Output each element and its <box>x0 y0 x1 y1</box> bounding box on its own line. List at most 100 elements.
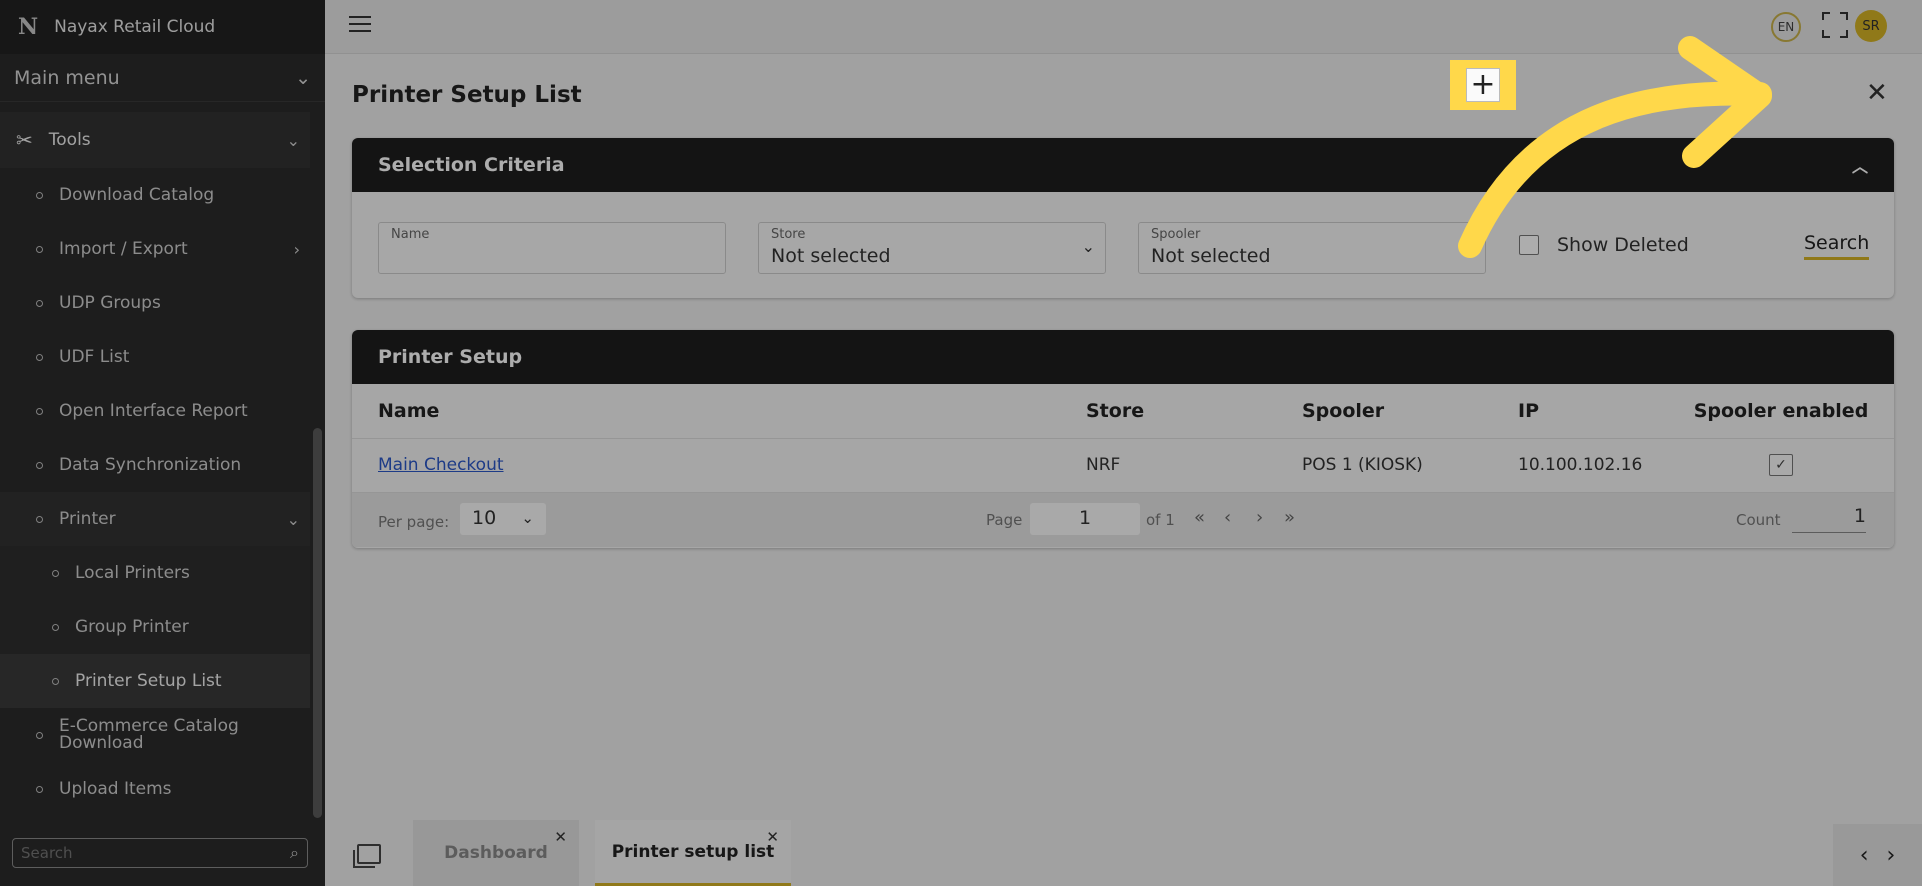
column-header-spooler-enabled[interactable]: Spooler enabled <box>1668 384 1894 439</box>
collapse-icon[interactable]: » <box>1694 80 1707 105</box>
sidebar-item-label: Open Interface Report <box>59 401 248 421</box>
sidebar-item-tools[interactable]: ✂ Tools ⌄ <box>0 112 310 168</box>
next-page-icon[interactable]: › <box>1256 507 1263 528</box>
add-button[interactable]: + <box>1450 60 1516 110</box>
windows-icon[interactable] <box>353 844 381 868</box>
name-field[interactable]: Name <box>378 222 726 274</box>
sidebar-item-label: Group Printer <box>75 617 189 637</box>
selection-criteria-header: Selection Criteria ︿ <box>352 138 1894 192</box>
show-deleted-checkbox[interactable] <box>1519 235 1539 255</box>
sidebar-item-label: Tools <box>48 130 91 150</box>
close-tab-icon[interactable]: ✕ <box>554 828 567 846</box>
add-button-highlight: + <box>1450 60 1516 110</box>
page-number-input[interactable]: 1 <box>1030 502 1140 535</box>
bullet-icon <box>36 785 43 793</box>
sidebar-scrollbar[interactable] <box>313 428 322 818</box>
last-page-icon[interactable]: » <box>1284 507 1295 528</box>
fullscreen-icon[interactable] <box>1822 12 1848 38</box>
main-menu-label: Main menu <box>14 66 120 89</box>
sidebar-item-open-interface-report[interactable]: Open Interface Report <box>0 384 310 438</box>
top-bar: EN SR <box>325 0 1922 54</box>
sidebar-item-upload-items[interactable]: Upload Items <box>0 762 310 816</box>
show-deleted-row: Show Deleted <box>1519 234 1689 256</box>
chevron-down-icon: ⌄ <box>286 130 300 150</box>
sidebar-item-ecommerce-catalog-download[interactable]: E-Commerce Catalog Download <box>0 708 310 762</box>
bullet-icon <box>52 569 59 577</box>
language-button[interactable]: EN <box>1771 12 1801 42</box>
per-page-select[interactable]: 10 ⌄ <box>460 502 546 535</box>
spooler-select[interactable]: Spooler Not selected <box>1138 222 1486 274</box>
store-select[interactable]: Store Not selected ⌄ <box>758 222 1106 274</box>
printer-name-link[interactable]: Main Checkout <box>378 455 504 475</box>
table-row[interactable]: Main Checkout NRF POS 1 (KIOSK) 10.100.1… <box>352 438 1894 493</box>
cell-name: Main Checkout <box>352 438 1060 493</box>
tab-label: Dashboard <box>444 843 548 863</box>
main-menu-dropdown[interactable]: Main menu ⌄ <box>0 54 325 102</box>
search-button[interactable]: Search <box>1804 232 1870 260</box>
sidebar-item-printer[interactable]: Printer ⌄ <box>0 492 310 546</box>
sidebar-nav: ✂ Tools ⌄ Download Catalog Import / Expo… <box>0 112 310 816</box>
sidebar-item-label: E-Commerce Catalog Download <box>59 716 239 753</box>
selection-criteria-title: Selection Criteria <box>378 154 565 176</box>
sidebar-item-import-export[interactable]: Import / Export › <box>0 222 310 276</box>
sidebar-item-group-printer[interactable]: Group Printer <box>0 600 310 654</box>
sidebar-item-local-printers[interactable]: Local Printers <box>0 546 310 600</box>
sidebar-item-udp-groups[interactable]: UDP Groups <box>0 276 310 330</box>
sidebar-item-printer-setup-list[interactable]: Printer Setup List <box>0 654 310 708</box>
tab-printer-setup-list[interactable]: Printer setup list ✕ <box>595 820 791 886</box>
search-icon[interactable]: ⌕ <box>290 843 299 863</box>
spooler-select-label: Spooler <box>1151 227 1201 242</box>
spooler-select-value: Not selected <box>1151 245 1271 267</box>
close-icon[interactable]: ✕ <box>1866 78 1888 108</box>
sidebar-item-label: Download Catalog <box>59 185 215 205</box>
chevron-down-icon: ⌄ <box>521 508 534 527</box>
sidebar-item-label: UDP Groups <box>59 293 161 313</box>
printer-setup-header: Printer Setup <box>352 330 1894 384</box>
brand-name: Nayax Retail Cloud <box>54 17 216 37</box>
bullet-icon <box>36 353 43 361</box>
chevron-down-icon: ⌄ <box>1081 237 1095 256</box>
tab-bar: Dashboard ✕ Printer setup list ✕ ‹ › <box>325 814 1922 886</box>
hamburger-menu-icon[interactable] <box>349 16 371 34</box>
prev-page-icon[interactable]: ‹ <box>1224 507 1231 528</box>
column-header-name[interactable]: Name <box>352 384 1060 439</box>
store-select-label: Store <box>771 227 806 242</box>
sidebar-item-data-synchronization[interactable]: Data Synchronization <box>0 438 310 492</box>
bullet-icon <box>36 245 43 253</box>
store-select-value: Not selected <box>771 245 891 267</box>
chevron-left-icon[interactable]: ‹ <box>1860 843 1869 868</box>
column-header-store[interactable]: Store <box>1060 384 1276 439</box>
sidebar-item-label: Printer <box>59 509 116 529</box>
sidebar-item-label: Printer Setup List <box>75 671 222 691</box>
sidebar: N Nayax Retail Cloud Main menu ⌄ ✂ Tools… <box>0 0 325 886</box>
sidebar-search-input[interactable] <box>21 844 271 862</box>
bullet-icon <box>36 191 43 199</box>
close-tab-icon[interactable]: ✕ <box>766 828 779 846</box>
sidebar-item-label: Upload Items <box>59 779 172 799</box>
selection-criteria-card: Selection Criteria ︿ Name Store Not sele… <box>352 138 1894 298</box>
bullet-icon <box>36 407 43 415</box>
refresh-icon[interactable]: ↻ <box>1748 78 1770 108</box>
bullet-icon <box>36 731 43 739</box>
avatar[interactable]: SR <box>1855 10 1887 42</box>
chevron-right-icon[interactable]: › <box>1887 843 1896 868</box>
first-page-icon[interactable]: « <box>1194 507 1205 528</box>
chevron-down-icon: ⌄ <box>295 66 311 89</box>
count-label: Count <box>1736 510 1781 529</box>
pagination-bar: Per page: 10 ⌄ Page 1 of 1 « ‹ › » Count… <box>352 492 1894 547</box>
column-header-ip[interactable]: IP <box>1492 384 1668 439</box>
page-title: Printer Setup List <box>352 82 582 108</box>
name-field-label: Name <box>391 227 430 242</box>
sidebar-item-udf-list[interactable]: UDF List <box>0 330 310 384</box>
plus-icon: + <box>1466 68 1500 102</box>
sidebar-item-download-catalog[interactable]: Download Catalog <box>0 168 310 222</box>
show-deleted-label: Show Deleted <box>1557 234 1689 256</box>
printer-setup-card: Printer Setup Name Store Spooler IP Spoo… <box>352 330 1894 548</box>
spooler-enabled-checkbox: ✓ <box>1769 454 1793 476</box>
tab-dashboard[interactable]: Dashboard ✕ <box>413 820 579 886</box>
per-page-value: 10 <box>472 506 497 529</box>
brand: N Nayax Retail Cloud <box>0 0 325 54</box>
sidebar-item-label: Data Synchronization <box>59 455 242 475</box>
column-header-spooler[interactable]: Spooler <box>1276 384 1492 439</box>
chevron-up-icon[interactable]: ︿ <box>1852 153 1868 177</box>
